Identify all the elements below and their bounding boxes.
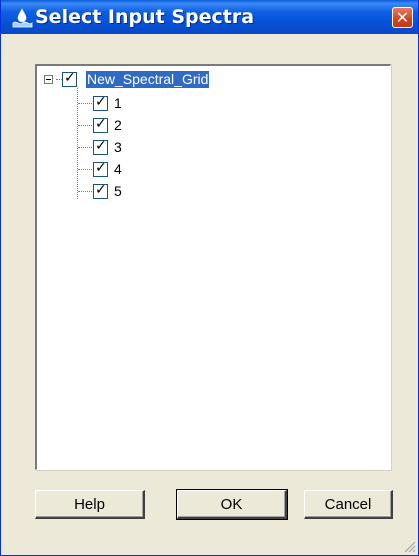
close-button[interactable]: ✕ — [392, 7, 413, 28]
tree-node-label[interactable]: 5 — [113, 183, 123, 200]
tree-node-label[interactable]: 1 — [113, 95, 123, 112]
ok-button[interactable]: OK — [176, 489, 288, 520]
tree-node-label[interactable]: New_Spectral_Grid — [86, 71, 210, 88]
dialog-title: Select Input Spectra — [35, 6, 255, 28]
close-icon: ✕ — [395, 8, 410, 27]
checkmark-icon: ✓ — [95, 116, 107, 132]
cancel-button[interactable]: Cancel — [304, 490, 393, 519]
select-input-spectra-dialog: Select Input Spectra ✕ ✓ New_Spectral_Gr… — [0, 0, 419, 556]
tree-node-label[interactable]: 3 — [113, 139, 123, 156]
title-bar[interactable]: Select Input Spectra ✕ — [1, 0, 418, 34]
tree-node-root: ✓ New_Spectral_Grid — [37, 70, 237, 88]
tree-node-3: ✓ 3 — [37, 138, 157, 155]
tree-node-label[interactable]: 2 — [113, 117, 123, 134]
tree-node-1: ✓ 1 — [37, 94, 157, 111]
child-checkbox[interactable]: ✓ — [93, 138, 108, 155]
checkmark-icon: ✓ — [95, 94, 107, 110]
tree-node-label[interactable]: 4 — [113, 161, 123, 178]
child-checkbox[interactable]: ✓ — [93, 160, 108, 177]
tree-node-5: ✓ 5 — [37, 182, 157, 199]
child-checkbox[interactable]: ✓ — [93, 94, 108, 111]
collapse-toggle[interactable] — [44, 75, 53, 84]
checkmark-icon: ✓ — [64, 70, 76, 86]
water-drop-icon — [12, 8, 33, 28]
checkmark-icon: ✓ — [95, 160, 107, 176]
checkmark-icon: ✓ — [95, 182, 107, 198]
child-checkbox[interactable]: ✓ — [93, 116, 108, 133]
tree-node-4: ✓ 4 — [37, 160, 157, 177]
child-checkbox[interactable]: ✓ — [93, 182, 108, 199]
root-checkbox[interactable]: ✓ — [62, 70, 77, 87]
checkmark-icon: ✓ — [95, 138, 107, 154]
help-button[interactable]: Help — [35, 490, 145, 519]
resize-grip-icon[interactable] — [402, 539, 416, 553]
spectra-tree-view[interactable]: ✓ New_Spectral_Grid ✓ 1 ✓ 2 ✓ 3 ✓ 4 ✓ 5 — [35, 64, 391, 470]
tree-node-2: ✓ 2 — [37, 116, 157, 133]
